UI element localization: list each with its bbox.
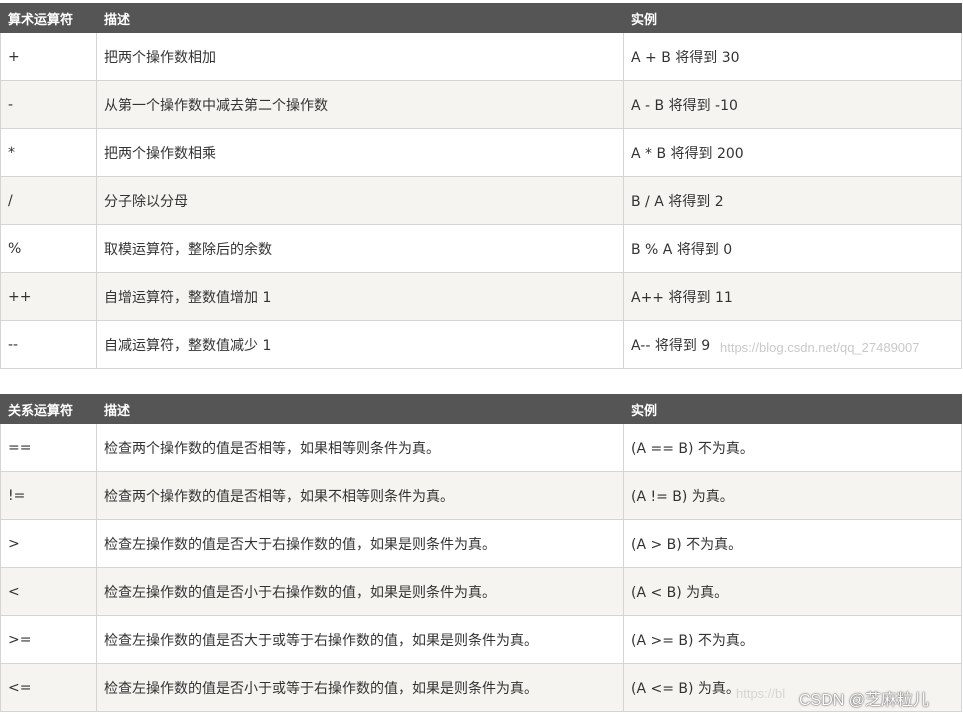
example-cell: B % A 将得到 0 — [623, 224, 962, 273]
operator-cell: > — [0, 519, 97, 568]
operator-cell: ++ — [0, 272, 97, 321]
operator-cell: < — [0, 567, 97, 616]
url-watermark-partial: https://bl — [736, 686, 786, 701]
example-cell: (A < B) 为真。 — [623, 567, 962, 616]
example-cell: (A == B) 不为真。 — [623, 423, 962, 472]
header-description: 描述 — [96, 3, 624, 33]
operator-cell: / — [0, 176, 97, 225]
example-cell: (A != B) 为真。 — [623, 471, 962, 520]
table-row: > 检查左操作数的值是否大于右操作数的值，如果是则条件为真。 (A > B) 不… — [0, 519, 962, 568]
header-example: 实例 — [623, 394, 962, 424]
table-row: < 检查左操作数的值是否小于右操作数的值，如果是则条件为真。 (A < B) 为… — [0, 567, 962, 616]
description-cell: 检查左操作数的值是否大于右操作数的值，如果是则条件为真。 — [96, 519, 624, 568]
example-cell: A++ 将得到 11 — [623, 272, 962, 321]
table-header-row: 算术运算符 描述 实例 — [0, 3, 962, 33]
table-row: % 取模运算符，整除后的余数 B % A 将得到 0 — [0, 224, 962, 273]
description-cell: 把两个操作数相加 — [96, 32, 624, 81]
header-operator: 算术运算符 — [0, 3, 97, 33]
url-watermark: https://blog.csdn.net/qq_27489007 — [720, 340, 920, 355]
description-cell: 自增运算符，整数值增加 1 — [96, 272, 624, 321]
example-cell: (A >= B) 不为真。 — [623, 615, 962, 664]
operator-cell: <= — [0, 663, 97, 712]
relational-operators-table: 关系运算符 描述 实例 == 检查两个操作数的值是否相等，如果相等则条件为真。 … — [0, 394, 962, 712]
header-operator: 关系运算符 — [0, 394, 97, 424]
description-cell: 把两个操作数相乘 — [96, 128, 624, 177]
description-cell: 自减运算符，整数值减少 1 — [96, 320, 624, 369]
csdn-credit-watermark: CSDN @芝麻粒儿 — [799, 692, 930, 709]
table-row: * 把两个操作数相乘 A * B 将得到 200 — [0, 128, 962, 177]
example-cell: (A > B) 不为真。 — [623, 519, 962, 568]
arithmetic-operators-table: 算术运算符 描述 实例 + 把两个操作数相加 A + B 将得到 30 - 从第… — [0, 3, 962, 369]
example-cell: A - B 将得到 -10 — [623, 80, 962, 129]
table-row: >= 检查左操作数的值是否大于或等于右操作数的值，如果是则条件为真。 (A >=… — [0, 615, 962, 664]
operator-cell: - — [0, 80, 97, 129]
description-cell: 检查左操作数的值是否大于或等于右操作数的值，如果是则条件为真。 — [96, 615, 624, 664]
description-cell: 检查左操作数的值是否小于右操作数的值，如果是则条件为真。 — [96, 567, 624, 616]
example-cell: B / A 将得到 2 — [623, 176, 962, 225]
table-row: - 从第一个操作数中减去第二个操作数 A - B 将得到 -10 — [0, 80, 962, 129]
header-example: 实例 — [623, 3, 962, 33]
description-cell: 从第一个操作数中减去第二个操作数 — [96, 80, 624, 129]
operator-cell: != — [0, 471, 97, 520]
table-row: != 检查两个操作数的值是否相等，如果不相等则条件为真。 (A != B) 为真… — [0, 471, 962, 520]
example-cell: A + B 将得到 30 — [623, 32, 962, 81]
table-header-row: 关系运算符 描述 实例 — [0, 394, 962, 424]
operator-cell: * — [0, 128, 97, 177]
description-cell: 分子除以分母 — [96, 176, 624, 225]
description-cell: 检查两个操作数的值是否相等，如果不相等则条件为真。 — [96, 471, 624, 520]
table-row: + 把两个操作数相加 A + B 将得到 30 — [0, 32, 962, 81]
operator-cell: >= — [0, 615, 97, 664]
table-row: / 分子除以分母 B / A 将得到 2 — [0, 176, 962, 225]
description-cell: 检查左操作数的值是否小于或等于右操作数的值，如果是则条件为真。 — [96, 663, 624, 712]
description-cell: 检查两个操作数的值是否相等，如果相等则条件为真。 — [96, 423, 624, 472]
table-row: == 检查两个操作数的值是否相等，如果相等则条件为真。 (A == B) 不为真… — [0, 423, 962, 472]
operator-cell: + — [0, 32, 97, 81]
operator-cell: -- — [0, 320, 97, 369]
example-cell: A * B 将得到 200 — [623, 128, 962, 177]
description-cell: 取模运算符，整除后的余数 — [96, 224, 624, 273]
operator-cell: == — [0, 423, 97, 472]
table-row: ++ 自增运算符，整数值增加 1 A++ 将得到 11 — [0, 272, 962, 321]
header-description: 描述 — [96, 394, 624, 424]
operator-cell: % — [0, 224, 97, 273]
